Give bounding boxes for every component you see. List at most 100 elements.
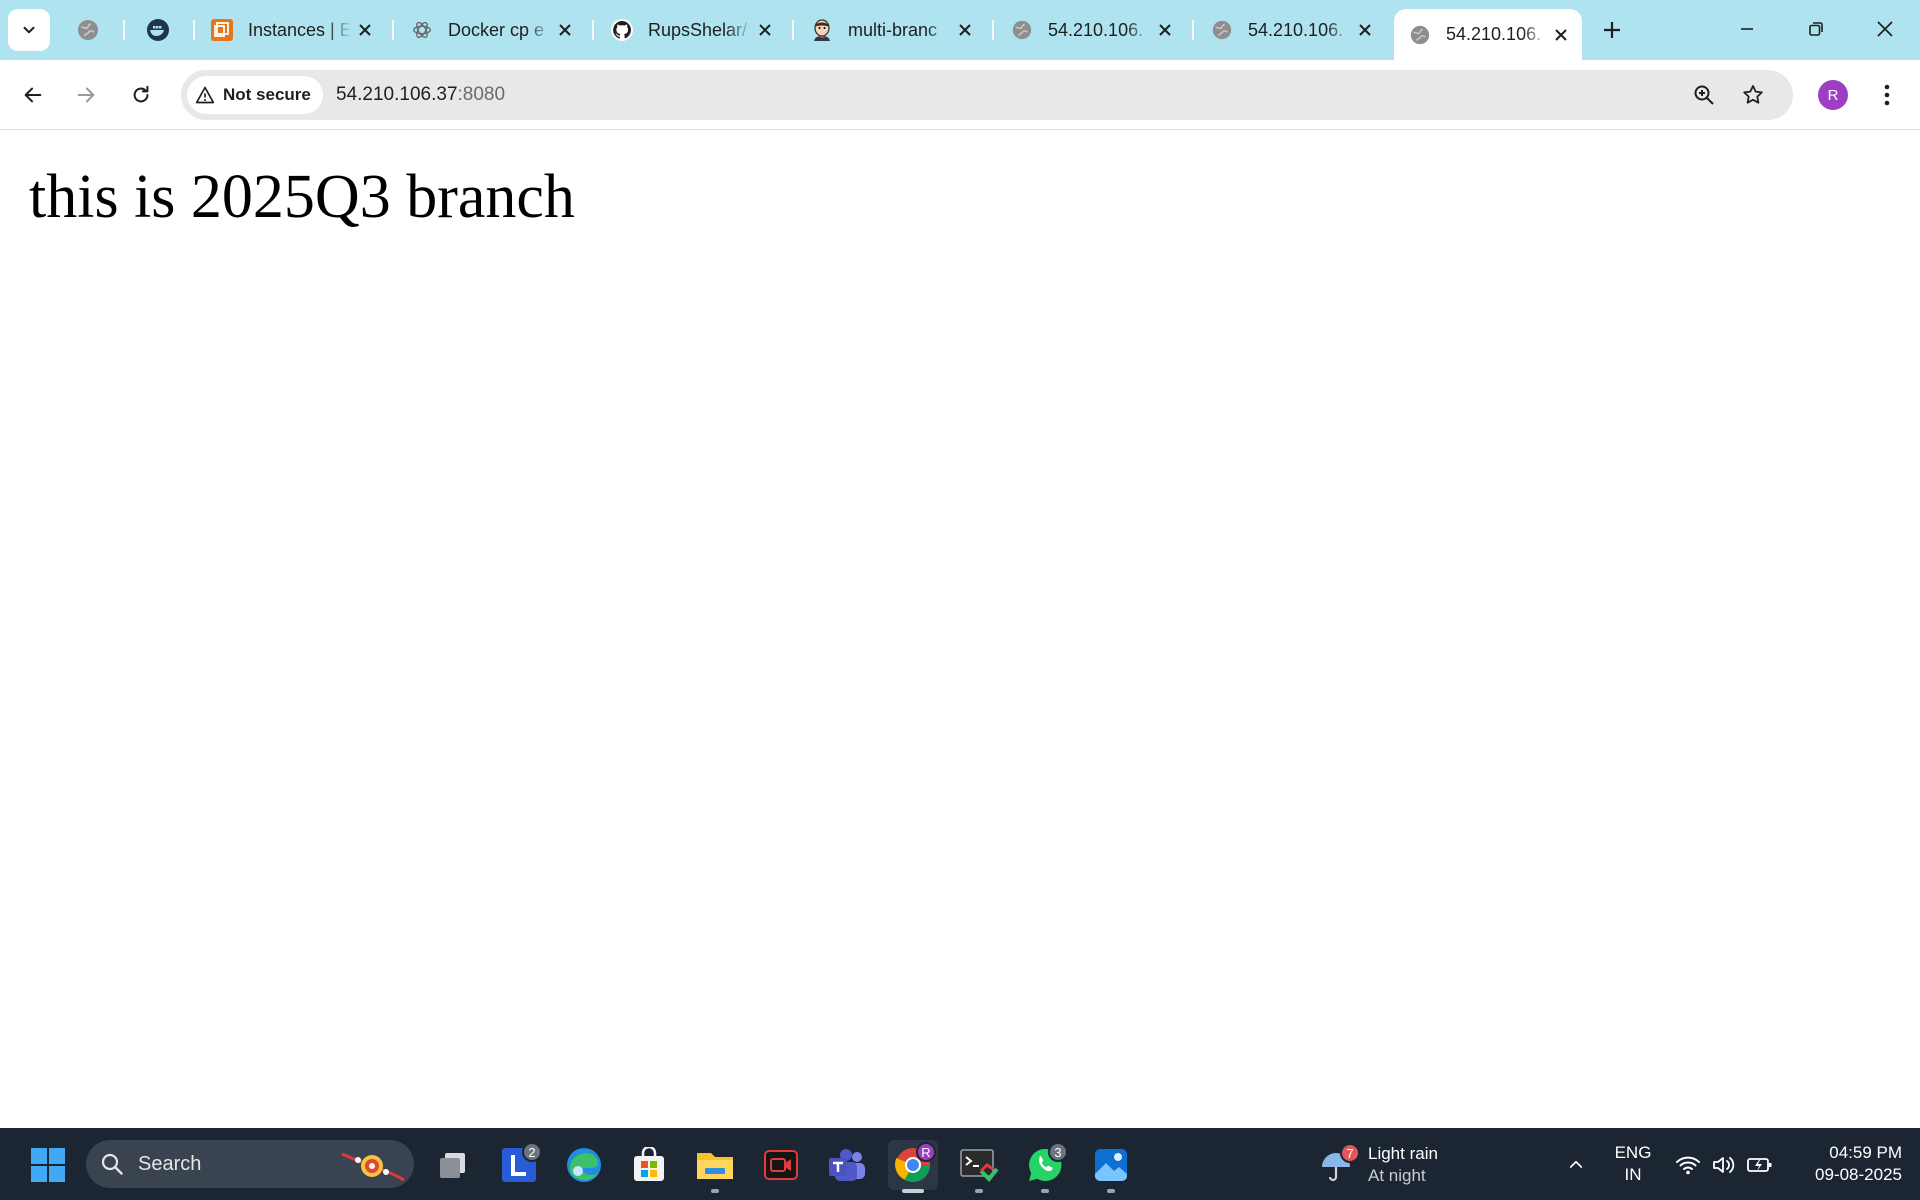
security-chip[interactable]: Not secure: [187, 76, 323, 114]
url-text[interactable]: 54.210.106.37:8080: [336, 84, 505, 106]
tab-instances[interactable]: Instances | E: [196, 9, 386, 51]
globe-icon: [1010, 18, 1034, 42]
reload-button[interactable]: [121, 75, 161, 115]
running-indicator: [1107, 1189, 1115, 1193]
taskbar-app-store[interactable]: [624, 1140, 674, 1190]
task-view-icon: [440, 1153, 465, 1178]
battery-button[interactable]: [1746, 1151, 1774, 1179]
start-button[interactable]: [23, 1140, 73, 1190]
close-icon[interactable]: [1548, 22, 1574, 48]
new-tab-button[interactable]: [1596, 14, 1628, 46]
region-code: IN: [1624, 1165, 1642, 1184]
tab-title: RupsShelar/: [648, 19, 748, 40]
globe-icon: [1210, 18, 1234, 42]
close-icon[interactable]: [1352, 17, 1378, 43]
tab-search-button[interactable]: [8, 9, 50, 51]
tab-ip-1[interactable]: 54.210.106.: [996, 9, 1186, 51]
github-icon: [610, 18, 634, 42]
tab-pinned-globe[interactable]: [76, 9, 102, 51]
running-indicator: [975, 1189, 983, 1193]
language-code: ENG: [1614, 1143, 1652, 1162]
zoom-in-icon: [1694, 85, 1714, 105]
notification-badge: 2: [522, 1142, 542, 1162]
bookmark-button[interactable]: [1739, 81, 1767, 109]
tab-ip-active[interactable]: 54.210.106.: [1394, 9, 1582, 60]
browser-menu-button[interactable]: [1872, 75, 1902, 115]
tab-title: 54.210.106.: [1446, 24, 1542, 44]
minimize-button[interactable]: [1724, 8, 1770, 50]
docker-icon: [146, 18, 170, 42]
close-icon[interactable]: [552, 17, 578, 43]
running-indicator: [1041, 1189, 1049, 1193]
restore-icon: [1809, 22, 1823, 36]
reload-icon: [133, 85, 149, 103]
language-indicator[interactable]: ENG IN: [1610, 1142, 1656, 1186]
url-host: 54.210.106.37: [336, 84, 458, 105]
running-indicator: [902, 1189, 924, 1193]
plus-icon: [1604, 22, 1620, 38]
jenkins-icon: [810, 18, 834, 42]
task-view-button[interactable]: [428, 1140, 478, 1190]
taskbar-app-whatsapp[interactable]: 3: [1020, 1140, 1070, 1193]
windows-icon: [31, 1148, 65, 1182]
tab-github[interactable]: RupsShelar/: [596, 9, 786, 51]
forward-button[interactable]: [66, 75, 106, 115]
volume-button[interactable]: [1710, 1151, 1738, 1179]
taskbar-search[interactable]: Search: [86, 1140, 414, 1188]
weather-condition: Light rain: [1368, 1144, 1438, 1163]
tab-title: 54.210.106.: [1248, 19, 1344, 40]
weather-period: At night: [1368, 1166, 1426, 1185]
teams-icon: [829, 1149, 865, 1181]
browser-toolbar: Not secure 54.210.106.37:8080 R: [0, 60, 1920, 130]
taskbar-app-lens[interactable]: 2: [494, 1140, 544, 1190]
show-hidden-icons-button[interactable]: [1562, 1150, 1590, 1178]
weather-widget[interactable]: 7 Light rain At night: [1318, 1140, 1438, 1190]
close-icon: [1877, 21, 1893, 37]
profile-avatar[interactable]: R: [1818, 80, 1848, 110]
volume-icon: [1713, 1157, 1735, 1173]
star-icon: [1743, 85, 1763, 104]
taskbar-app-recorder[interactable]: [756, 1140, 806, 1190]
restore-button[interactable]: [1793, 8, 1839, 50]
wifi-icon: [1676, 1156, 1700, 1175]
zoom-button[interactable]: [1690, 81, 1718, 109]
tab-pinned-docker[interactable]: [146, 9, 172, 51]
chevron-down-icon: [23, 26, 35, 34]
chatgpt-icon: [410, 18, 434, 42]
search-placeholder: Search: [138, 1152, 202, 1175]
close-icon[interactable]: [752, 17, 778, 43]
aws-ec2-icon: [210, 18, 234, 42]
microsoft-store-icon: [634, 1147, 664, 1181]
taskbar-app-chrome[interactable]: R: [888, 1140, 938, 1193]
address-bar[interactable]: Not secure 54.210.106.37:8080: [181, 70, 1793, 120]
arrow-right-icon: [77, 87, 95, 103]
network-button[interactable]: [1674, 1151, 1702, 1179]
url-port: :8080: [457, 84, 506, 105]
arrow-left-icon: [24, 87, 42, 103]
taskbar-app-edge[interactable]: [559, 1140, 609, 1190]
taskbar-app-teams[interactable]: [822, 1140, 872, 1190]
battery-charging-icon: [1747, 1158, 1772, 1172]
tab-multibranch[interactable]: multi-branc: [796, 9, 986, 51]
tab-docker-cp[interactable]: Docker cp e: [396, 9, 586, 51]
tab-title: Docker cp e: [448, 19, 545, 40]
file-explorer-icon: [697, 1153, 733, 1179]
close-icon[interactable]: [1152, 17, 1178, 43]
tab-ip-2[interactable]: 54.210.106.: [1196, 9, 1386, 51]
back-button[interactable]: [13, 75, 53, 115]
clock[interactable]: 04:59 PM 09-08-2025: [1790, 1142, 1902, 1186]
profile-badge: R: [916, 1142, 936, 1162]
chevron-up-icon: [1569, 1160, 1583, 1168]
running-indicator: [711, 1189, 719, 1193]
close-icon[interactable]: [952, 17, 978, 43]
taskbar-app-terminal[interactable]: [954, 1140, 1004, 1193]
taskbar-app-file-explorer[interactable]: [690, 1140, 740, 1193]
close-window-button[interactable]: [1862, 8, 1908, 50]
photos-icon: [1095, 1149, 1127, 1181]
taskbar-app-photos[interactable]: [1086, 1140, 1136, 1193]
terminal-icon: [960, 1149, 999, 1182]
warning-icon: [195, 86, 215, 104]
tab-title: 54.210.106.: [1048, 19, 1144, 40]
more-vertical-icon: [1884, 84, 1890, 106]
close-icon[interactable]: [352, 17, 378, 43]
